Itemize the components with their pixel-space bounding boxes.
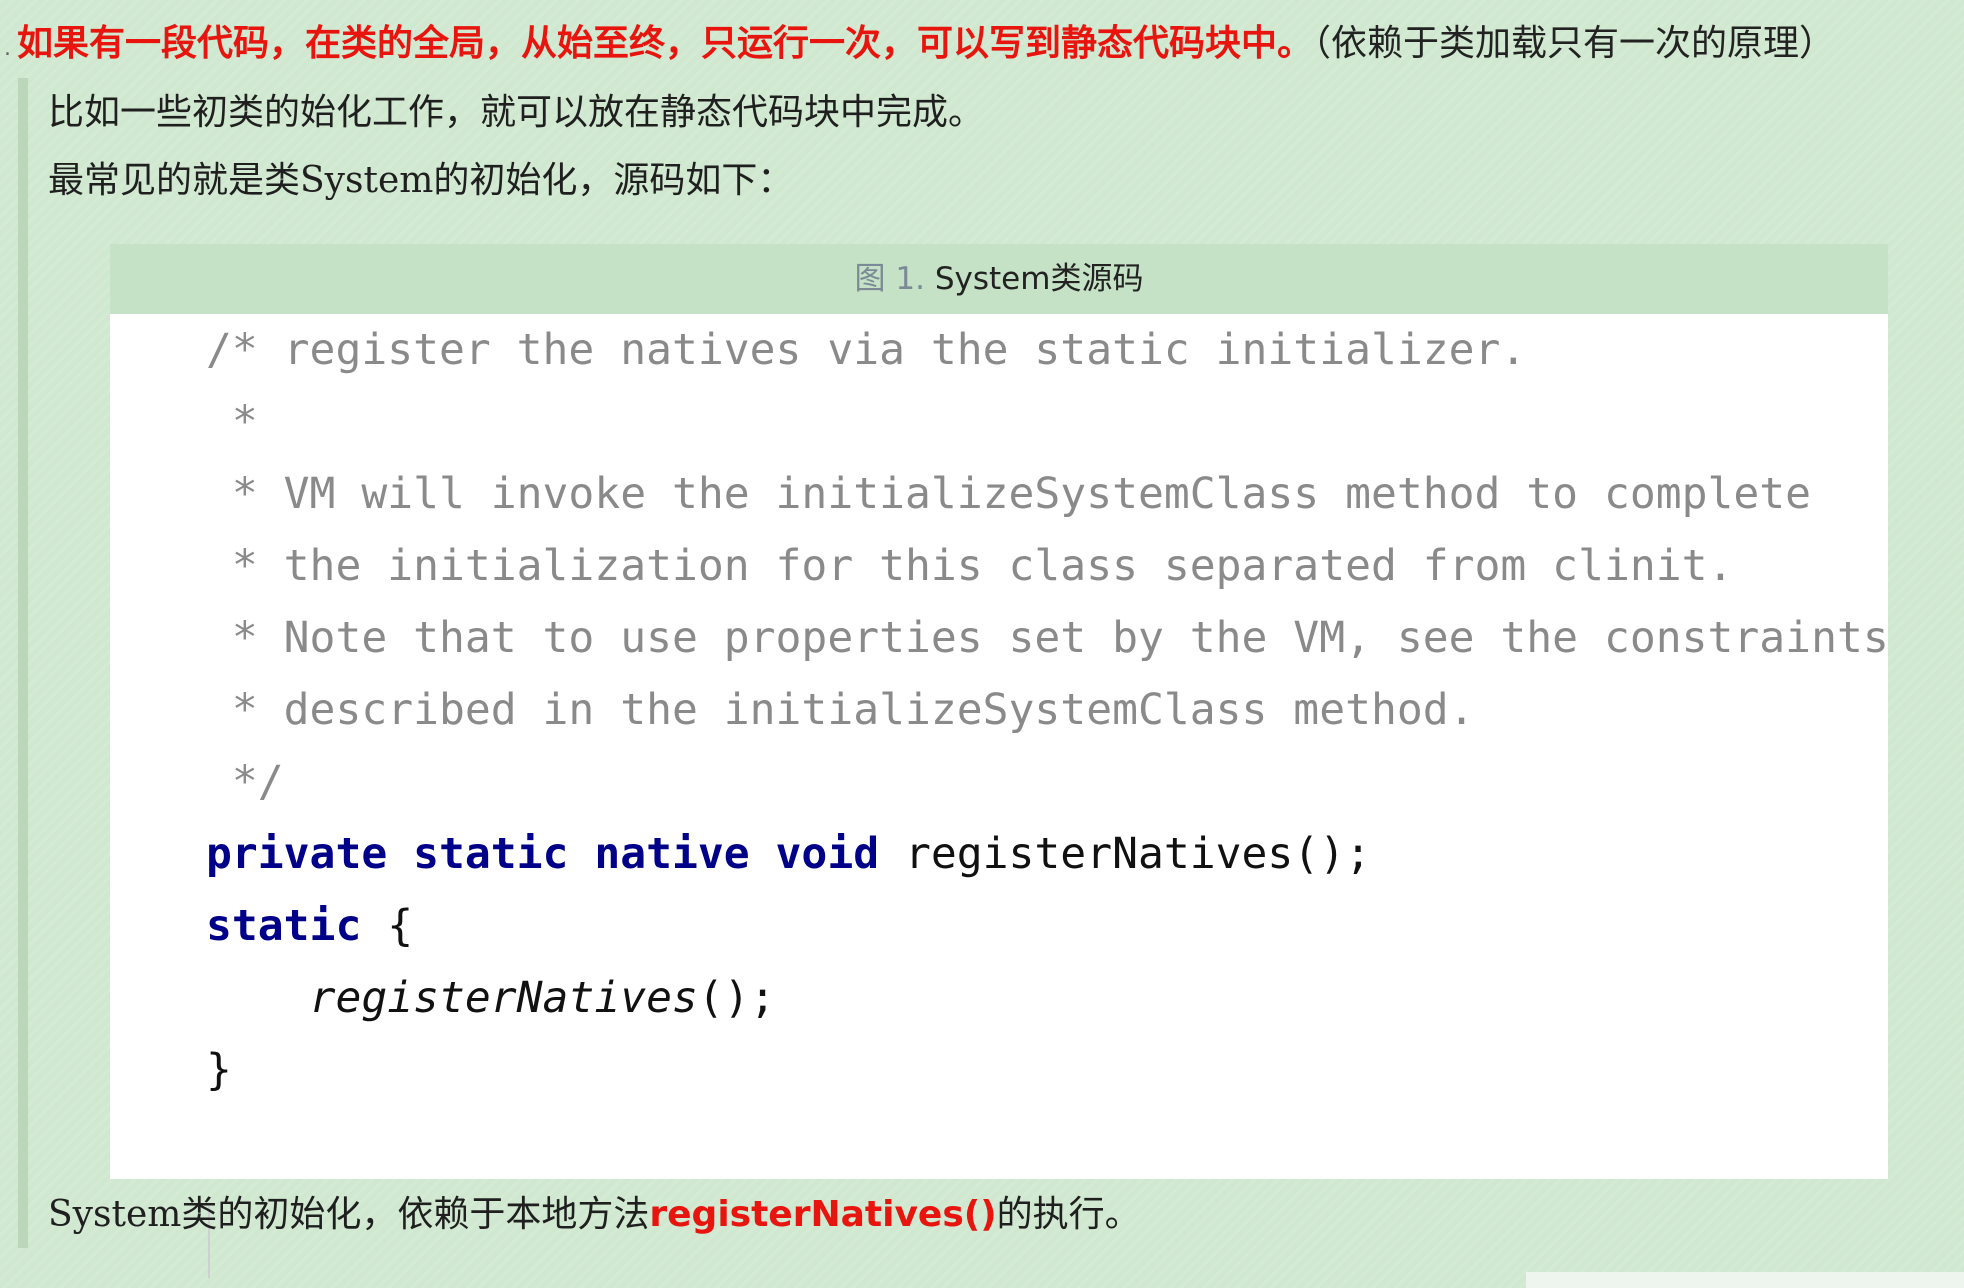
headline: . 如果有一段代码，在类的全局，从始至终，只运行一次，可以写到静态代码块中。（依赖… xyxy=(0,14,1964,74)
code-comment-line: /* register the natives via the static i… xyxy=(206,325,1527,375)
blockquote-bar xyxy=(18,78,28,1248)
figure-caption: 图 1. System类源码 xyxy=(110,244,1888,314)
code-figure: 图 1. System类源码 /* register the natives v… xyxy=(110,244,1889,1278)
code-keywords: private static native void xyxy=(206,829,880,879)
code-comment-line: * the initialization for this class sepa… xyxy=(206,541,1734,591)
page-corner-panel xyxy=(1526,1272,1964,1288)
paragraph-system-example: 最常见的就是类System的初始化，源码如下： xyxy=(48,160,794,201)
figure-caption-number: 图 1. xyxy=(854,261,925,297)
code-static-keyword: static xyxy=(206,901,362,951)
code-close-brace: } xyxy=(206,1045,232,1095)
conclusion-highlight: registerNatives() xyxy=(649,1194,997,1235)
code-comment-line: * Note that to use properties set by the… xyxy=(206,613,1889,663)
code-comment-line: * xyxy=(206,397,258,447)
code-static-open-line: static { xyxy=(206,890,1876,962)
code-call-end: (); xyxy=(697,973,776,1023)
code-method-call: registerNatives xyxy=(309,973,698,1023)
conclusion-end: 的执行。 xyxy=(996,1194,1141,1235)
code-call-line: registerNatives(); xyxy=(206,962,1876,1034)
code-comment-line: */ xyxy=(206,757,284,807)
headline-strong-text: 如果有一段代码，在类的全局，从始至终，只运行一次，可以写到静态代码块中。 xyxy=(17,23,1314,64)
paragraph-conclusion: System类的初始化，依赖于本地方法registerNatives()的执行。 xyxy=(48,1190,1141,1240)
code-declaration-line: private static native void registerNativ… xyxy=(206,818,1876,890)
code-method-declaration: registerNatives(); xyxy=(879,829,1371,879)
code-open-brace: { xyxy=(361,901,414,951)
headline-note: （依赖于类加载只有一次的原理） xyxy=(1313,23,1836,64)
bullet-marker: . xyxy=(4,36,11,61)
paragraph-intro: 比如一些初类的始化工作，就可以放在静态代码块中完成。 xyxy=(48,92,985,133)
conclusion-text: System类的初始化，依赖于本地方法 xyxy=(48,1194,650,1235)
code-block: /* register the natives via the static i… xyxy=(206,314,1889,1106)
figure-caption-title: System类源码 xyxy=(934,261,1144,297)
code-comment-line: * VM will invoke the initializeSystemCla… xyxy=(206,469,1812,519)
code-comment-line: * described in the initializeSystemClass… xyxy=(206,685,1475,735)
